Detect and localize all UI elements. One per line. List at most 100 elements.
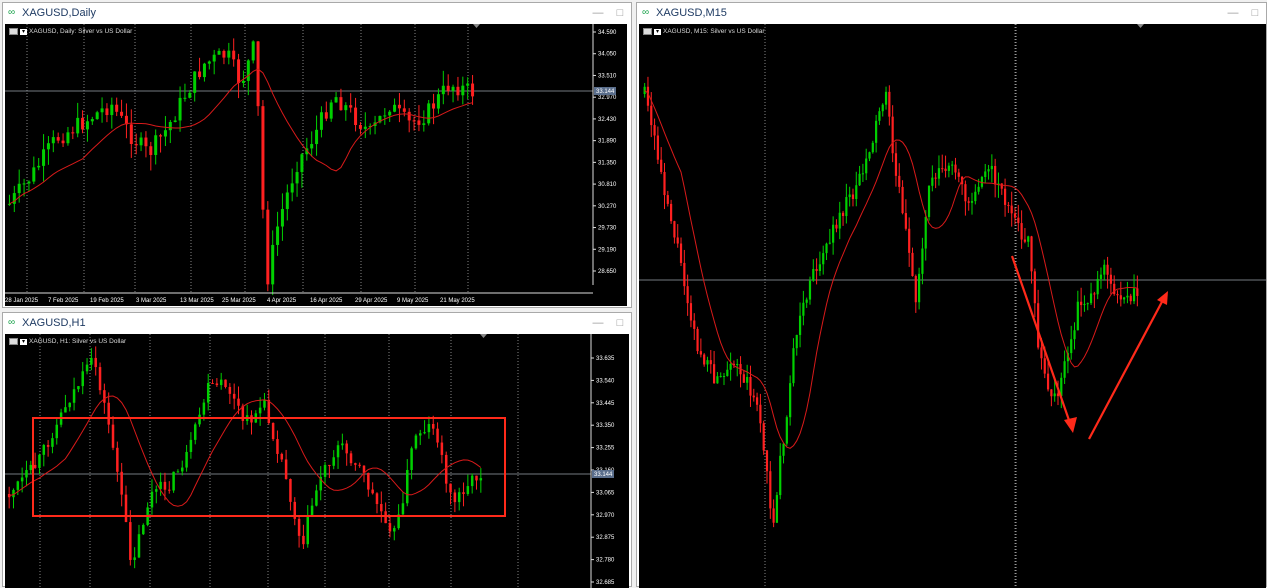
candle-body [970, 201, 974, 203]
candle-body [110, 104, 114, 116]
candle-body [202, 402, 206, 415]
candle-body [46, 143, 50, 150]
candle-body [835, 224, 838, 229]
candle-body [951, 164, 954, 166]
candle-body [324, 112, 328, 119]
candle-body [901, 186, 904, 214]
candle-body [795, 334, 798, 349]
price-level-label: 33.350 [596, 423, 615, 429]
candle-body [280, 209, 284, 227]
moving-average-line [9, 68, 473, 205]
candle-body [172, 471, 175, 491]
minimize-icon[interactable]: — [587, 7, 609, 19]
candle-body [1010, 205, 1013, 214]
candle-body [436, 94, 440, 109]
maximize-icon[interactable]: □ [609, 317, 631, 329]
minimize-icon[interactable]: — [1222, 7, 1244, 19]
candle-body [94, 357, 97, 368]
symbol-label: ▾ XAGUSD, M15: Silver vs US Dollar [643, 28, 765, 35]
candle-body [185, 451, 188, 468]
candle-body [1033, 271, 1036, 304]
candle-body [663, 171, 666, 196]
candle-body [696, 328, 699, 352]
candle-body [354, 463, 357, 465]
candle-body [336, 445, 340, 458]
date-label: 3 Mar 2025 [136, 298, 167, 304]
candle-body [412, 120, 416, 122]
candle-body [224, 379, 227, 387]
candle-body [719, 376, 722, 378]
candle-body [284, 459, 288, 480]
candle-body [323, 464, 327, 477]
candle-body [841, 212, 845, 217]
price-level-label: 32.970 [596, 513, 615, 519]
candle-body [679, 243, 683, 263]
candle-body [924, 216, 927, 249]
candle-body [16, 481, 20, 490]
chart-area-m15[interactable]: ▾ XAGUSD, M15: Silver vs US Dollar [639, 24, 1266, 588]
price-level-label: 29.190 [598, 247, 617, 253]
candle-body [964, 184, 967, 202]
price-level-label: 32.780 [596, 558, 615, 564]
candle-body [792, 348, 795, 384]
price-level-label: 29.730 [598, 226, 617, 232]
maximize-icon[interactable]: □ [609, 7, 631, 19]
candle-body [198, 414, 201, 425]
chart-area-daily[interactable]: 34.590 34.050 33.510 32.970 32.430 31.890 31.3… [5, 24, 627, 306]
candle-body [17, 183, 21, 194]
candle-body [227, 50, 231, 58]
candle-body [479, 478, 483, 481]
candle-body [237, 59, 241, 84]
symbol-label: ▾ XAGUSD, H1: Silver vs US Dollar [9, 338, 126, 345]
candle-body [55, 424, 59, 439]
candle-body [183, 97, 187, 99]
candle-body [709, 360, 712, 365]
titlebar-m15[interactable]: ∞ XAGUSD,M15 — □ [637, 3, 1266, 23]
candle-body [168, 489, 171, 491]
candle-body [1096, 278, 1099, 295]
candle-body [749, 376, 752, 396]
candle-body [81, 371, 84, 387]
candle-body [276, 439, 279, 454]
candle-body [967, 201, 970, 203]
candle-body [98, 367, 102, 391]
candle-body [354, 107, 358, 126]
candle-body [686, 286, 689, 304]
candle-body [1043, 358, 1046, 374]
candle-body [1046, 373, 1050, 390]
candle-body [994, 165, 997, 185]
candle-body [297, 518, 301, 536]
candle-body [61, 140, 65, 144]
window-m15[interactable]: ∞ XAGUSD,M15 — □ ▾ XAGUSD, M15: Silver v… [636, 2, 1267, 588]
date-label: 19 Feb 2025 [90, 298, 124, 304]
maximize-icon[interactable]: □ [1244, 7, 1266, 19]
date-label: 21 May 2025 [440, 298, 475, 304]
candle-body [163, 130, 167, 137]
candle-body [944, 168, 947, 171]
candle-body [769, 471, 772, 509]
candle-body [168, 121, 172, 131]
candle-body [349, 453, 353, 464]
titlebar-daily[interactable]: ∞ XAGUSD,Daily — □ [3, 3, 631, 23]
candle-body [228, 386, 232, 394]
titlebar-h1[interactable]: ∞ XAGUSD,H1 — □ [3, 313, 631, 333]
candle-body [653, 125, 656, 136]
candle-body [918, 273, 921, 303]
candle-body [1093, 293, 1096, 295]
candle-body [921, 248, 924, 274]
window-h1[interactable]: ∞ XAGUSD,H1 — □ 33.635 33.540 33.445 33.350… [2, 312, 632, 588]
candle-body [875, 120, 878, 143]
minimize-icon[interactable]: — [587, 317, 609, 329]
candle-body [188, 92, 192, 98]
price-level-label: 31.890 [598, 139, 617, 145]
chart-area-h1[interactable]: 33.63533.54033.44533.35033.25533.16033.0… [5, 334, 629, 588]
window-daily[interactable]: ∞ XAGUSD,Daily — □ 34.590 34.050 33.510 32.… [2, 2, 632, 308]
candle-body [1003, 188, 1007, 205]
candle-body [927, 185, 931, 217]
candle-body [974, 191, 977, 202]
candle-body [1136, 288, 1139, 296]
price-level-label: 32.685 [596, 580, 615, 586]
price-level-label: 30.810 [598, 182, 617, 188]
candle-body [779, 455, 782, 496]
candle-body [1083, 303, 1086, 306]
